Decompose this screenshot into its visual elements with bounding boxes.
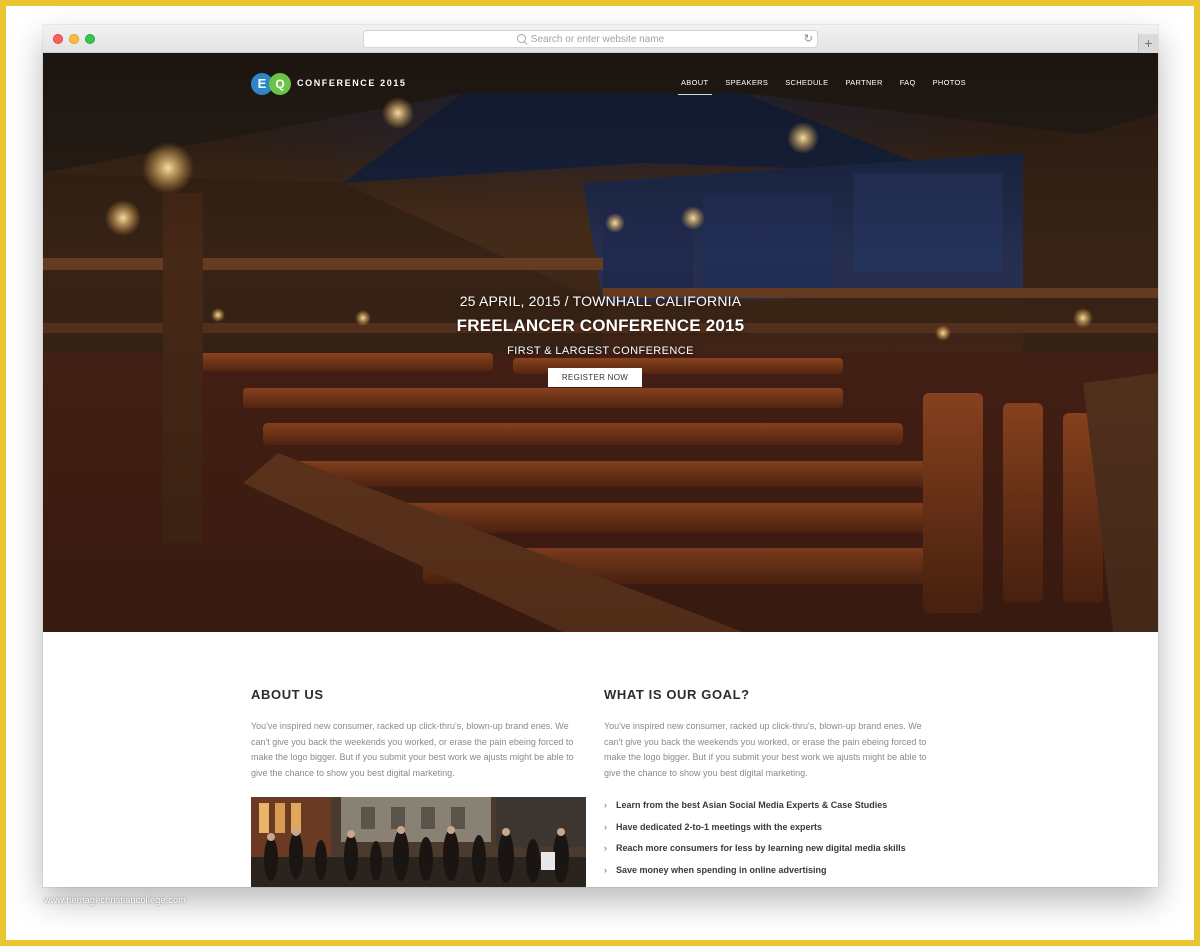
chevron-right-icon: › — [604, 843, 607, 853]
goal-list: › Learn from the best Asian Social Media … — [604, 800, 906, 886]
crowd-photo-image — [251, 797, 586, 887]
browser-window: Search or enter website name ↻ + E Q CON… — [43, 25, 1158, 887]
address-placeholder: Search or enter website name — [530, 34, 665, 45]
nav-item-partner[interactable]: PARTNER — [845, 78, 882, 87]
nav-item-faq[interactable]: FAQ — [900, 78, 916, 87]
watermark-text: www.heritagechristiancollege.com — [44, 895, 186, 905]
hero-title: FREELANCER CONFERENCE 2015 — [456, 316, 745, 335]
goal-item-text: Learn from the best Asian Social Media E… — [616, 800, 888, 810]
close-window-button[interactable] — [53, 34, 63, 44]
register-now-button[interactable]: REGISTER NOW — [548, 368, 642, 387]
nav-item-schedule[interactable]: SCHEDULE — [785, 78, 828, 87]
theater-background-image — [43, 53, 1158, 632]
hero-date-location: 25 APRIL, 2015 / TOWNHALL CALIFORNIA — [459, 293, 742, 309]
list-item: › Save money when spending in online adve… — [604, 865, 906, 875]
browser-titlebar: Search or enter website name ↻ + — [43, 25, 1158, 53]
zoom-window-button[interactable] — [85, 34, 95, 44]
brand-name: CONFERENCE 2015 — [297, 78, 407, 88]
nav-item-about[interactable]: ABOUT — [677, 78, 713, 95]
address-bar[interactable]: Search or enter website name ↻ — [363, 30, 818, 48]
main-nav: ABOUT SPEAKERS SCHEDULE PARTNER FAQ PHOT… — [677, 78, 966, 95]
list-item: › Reach more consumers for less by learni… — [604, 843, 906, 853]
about-us-column: ABOUT US You've inspired new consumer, r… — [251, 687, 587, 781]
list-item: › Learn from the best Asian Social Media … — [604, 800, 906, 810]
nav-item-speakers[interactable]: SPEAKERS — [725, 78, 768, 87]
hero-section: E Q CONFERENCE 2015 ABOUT SPEAKERS SCHED… — [43, 53, 1158, 632]
chevron-right-icon: › — [604, 864, 607, 875]
search-icon — [516, 34, 526, 43]
chevron-right-icon: › — [604, 800, 607, 810]
goal-item-text: Have dedicated 2-to-1 meetings with the … — [616, 821, 823, 832]
goal-heading: WHAT IS OUR GOAL? — [604, 687, 750, 702]
info-section: ABOUT US You've inspired new consumer, r… — [43, 632, 1158, 887]
goal-text: You've inspired new consumer, racked up … — [604, 721, 927, 778]
hero-subtitle: FIRST & LARGEST CONFERENCE — [507, 345, 694, 357]
goal-item-text: Reach more consumers for less by learnin… — [616, 843, 906, 853]
about-us-text: You've inspired new consumer, racked up … — [251, 721, 574, 778]
about-us-heading: ABOUT US — [251, 687, 324, 702]
new-tab-button[interactable]: + — [1138, 34, 1158, 53]
reload-icon[interactable]: ↻ — [804, 31, 813, 48]
list-item: › Have dedicated 2-to-1 meetings with the… — [604, 822, 906, 832]
logo-q-icon: Q — [269, 73, 291, 95]
goal-column: WHAT IS OUR GOAL? You've inspired new co… — [604, 687, 940, 781]
nav-item-photos[interactable]: PHOTOS — [933, 78, 966, 87]
crowd-photo — [251, 797, 586, 887]
chevron-right-icon: › — [604, 821, 607, 832]
goal-item-text: Save money when spending in online adver… — [616, 864, 827, 875]
minimize-window-button[interactable] — [69, 34, 79, 44]
